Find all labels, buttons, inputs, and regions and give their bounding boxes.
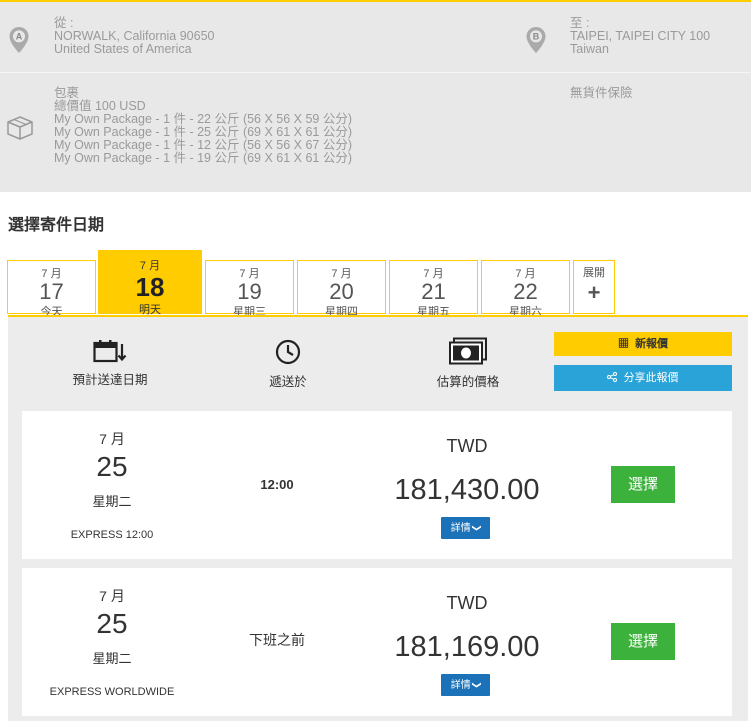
summary-divider <box>0 72 751 73</box>
delivery-time: 12:00 <box>260 477 294 492</box>
select-button[interactable]: 選擇 <box>611 623 675 660</box>
origin-pin-icon: A <box>9 27 29 53</box>
shipment-summary: A 從 : NORWALK, California 90650 United S… <box>0 2 751 192</box>
column-estimated-price: 估算的價格 <box>428 337 508 390</box>
origin-address: 從 : NORWALK, California 90650 United Sta… <box>54 17 215 56</box>
date-tab-18-selected[interactable]: 7 月 18 明天 <box>98 250 202 316</box>
column-delivered-by: 遞送於 <box>248 339 328 390</box>
price-currency: TWD <box>446 593 488 613</box>
package-details: 包裹 總價值 100 USD My Own Package - 1 件 - 22… <box>54 87 352 165</box>
tab-day: 17 <box>39 279 64 304</box>
expand-label: 展開 <box>583 267 605 279</box>
delivery-weekday: 星期二 <box>92 651 132 666</box>
date-tab-22[interactable]: 7 月 22 星期六 <box>481 260 570 318</box>
destination-pin-icon: B <box>526 27 546 53</box>
date-tab-20[interactable]: 7 月 20 星期四 <box>297 260 386 318</box>
expand-dates-tab[interactable]: 展開 + <box>573 260 615 314</box>
service-name: EXPRESS WORLDWIDE <box>49 686 175 698</box>
share-quote-button[interactable]: 分享此報價 <box>554 365 732 391</box>
svg-text:B: B <box>533 32 540 42</box>
plus-icon: + <box>587 280 601 305</box>
chevron-down-icon: ❯ <box>471 524 482 532</box>
delivery-month: 7 月 <box>99 431 125 447</box>
calendar-arrow-icon <box>93 340 127 363</box>
tab-day: 19 <box>237 279 262 304</box>
new-quote-button[interactable]: ▦ 新報價 <box>554 332 732 356</box>
clock-icon <box>275 339 301 365</box>
destination-address: 至 : TAIPEI, TAIPEI CITY 100 Taiwan <box>570 17 710 56</box>
calculator-icon: ▦ <box>617 338 629 350</box>
package-box-icon <box>7 116 33 140</box>
svg-text:A: A <box>16 32 23 42</box>
share-icon <box>607 372 618 382</box>
chevron-down-icon: ❯ <box>471 681 482 689</box>
date-tab-17[interactable]: 7 月 17 今天 <box>7 260 96 318</box>
details-button[interactable]: 詳情❯ <box>441 674 490 696</box>
price-currency: TWD <box>446 436 488 456</box>
quote-results: 預計送達日期 遞送於 估算的價格 ▦ 新報價 分享此報價 7 月 25 星期二 … <box>8 315 748 721</box>
select-button[interactable]: 選擇 <box>611 466 675 503</box>
banknote-icon <box>449 337 487 365</box>
details-button[interactable]: 詳情❯ <box>441 517 490 539</box>
date-tab-19[interactable]: 7 月 19 星期三 <box>205 260 294 318</box>
share-quote-label: 分享此報價 <box>623 372 679 384</box>
insurance-status: 無貨件保險 <box>570 86 633 100</box>
date-tab-21[interactable]: 7 月 21 星期五 <box>389 260 478 318</box>
quote-card: 7 月 25 星期二 EXPRESS WORLDWIDE 下班之前 TWD 18… <box>22 568 732 716</box>
tab-day: 22 <box>513 279 538 304</box>
column-delivered-by-label: 遞送於 <box>269 375 307 389</box>
price-amount: 181,430.00 <box>394 474 540 506</box>
column-delivery-date-label: 預計送達日期 <box>72 373 148 387</box>
tab-day: 18 <box>135 272 165 302</box>
tab-month: 7 月 <box>139 260 161 272</box>
ship-date-tabs: 7 月 17 今天 7 月 18 明天 7 月 19 星期三 7 月 20 星期… <box>0 250 751 318</box>
tab-day: 21 <box>421 279 446 304</box>
delivery-day: 25 <box>96 608 128 639</box>
quote-card: 7 月 25 星期二 EXPRESS 12:00 12:00 TWD 181,4… <box>22 411 732 559</box>
delivery-time: 下班之前 <box>249 632 305 648</box>
destination-country: Taiwan <box>570 42 609 56</box>
delivery-weekday: 星期二 <box>92 494 132 509</box>
origin-country: United States of America <box>54 42 192 56</box>
section-title: 選擇寄件日期 <box>8 217 105 234</box>
price-amount: 181,169.00 <box>394 631 540 663</box>
new-quote-label: 新報價 <box>635 338 669 350</box>
tab-day: 20 <box>329 279 354 304</box>
column-estimated-price-label: 估算的價格 <box>436 375 500 389</box>
delivery-day: 25 <box>96 451 128 482</box>
service-name: EXPRESS 12:00 <box>70 529 154 541</box>
column-delivery-date: 預計送達日期 <box>70 339 150 388</box>
package-item: My Own Package - 1 件 - 19 公斤 (69 X 61 X … <box>54 151 353 165</box>
delivery-month: 7 月 <box>99 588 125 604</box>
